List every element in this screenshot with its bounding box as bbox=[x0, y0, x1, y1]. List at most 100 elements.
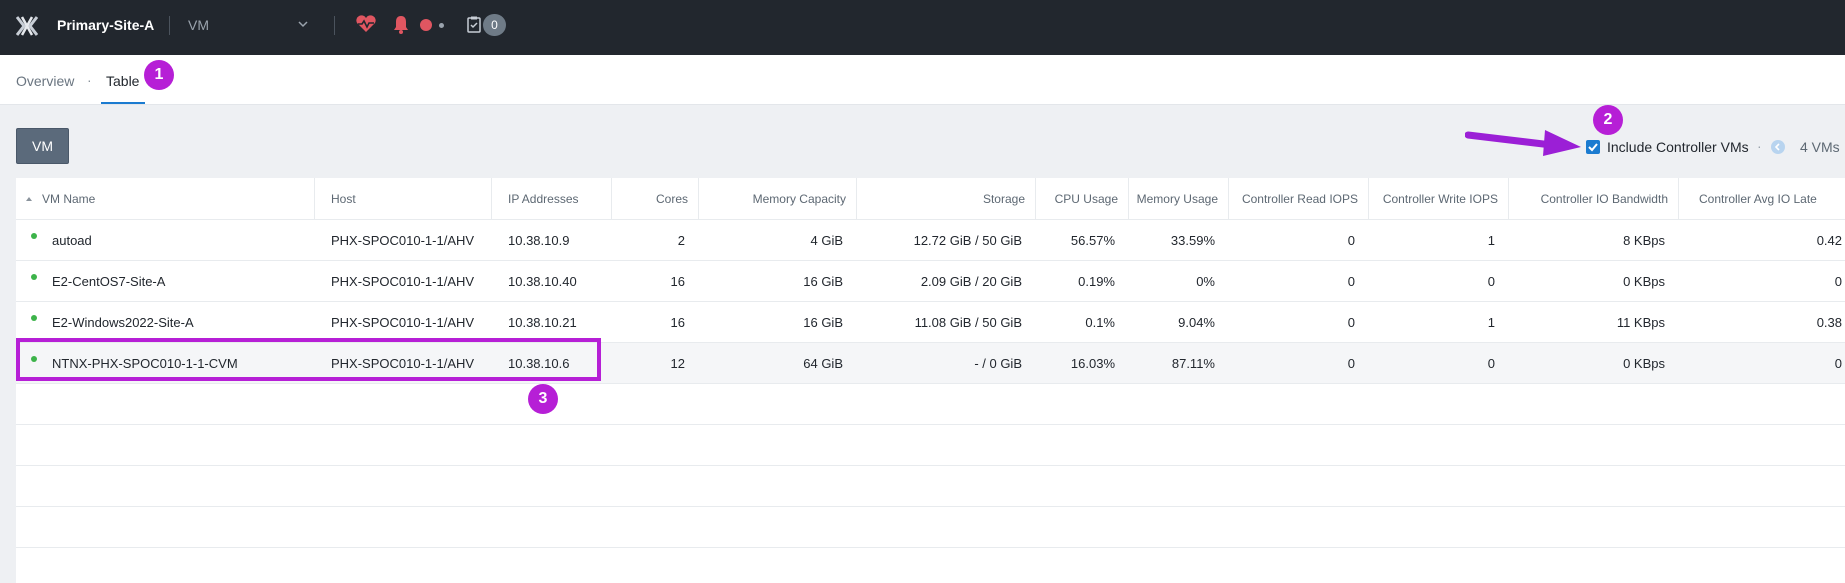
read-iops-cell: 0 bbox=[1347, 232, 1355, 248]
host-cell[interactable]: PHX-SPOC010-1-1/AHV bbox=[331, 220, 492, 260]
ip-cell: 10.38.10.21 bbox=[508, 314, 577, 330]
column-header-controller-avg-io-latency[interactable]: Controller Avg IO Late bbox=[1679, 178, 1845, 219]
entity-type-select[interactable]: VM bbox=[188, 17, 209, 33]
memory-usage-cell: 87.11% bbox=[1171, 355, 1215, 371]
critical-alert-dot[interactable] bbox=[420, 19, 432, 31]
nutanix-logo-icon[interactable] bbox=[16, 16, 38, 36]
task-count-badge[interactable]: 0 bbox=[483, 14, 506, 36]
tab-overview[interactable]: Overview bbox=[16, 73, 74, 89]
warning-dot bbox=[439, 23, 444, 28]
column-header-cores[interactable]: Cores bbox=[612, 178, 699, 219]
latency-cell: 0.38 bbox=[1816, 314, 1842, 330]
status-running-dot bbox=[31, 315, 37, 321]
vm-name-cell[interactable]: E2-Windows2022-Site-A bbox=[52, 302, 315, 342]
column-header-ip-addresses[interactable]: IP Addresses bbox=[492, 178, 612, 219]
tab-separator: · bbox=[87, 72, 92, 88]
cores-cell: 16 bbox=[670, 273, 685, 289]
table-row[interactable]: E2-Windows2022-Site-A PHX-SPOC010-1-1/AH… bbox=[16, 302, 1845, 343]
chevron-down-icon[interactable] bbox=[298, 20, 308, 28]
empty-table-row bbox=[16, 384, 1845, 425]
tab-table[interactable]: Table bbox=[106, 73, 139, 89]
vm-actions-button[interactable]: VM bbox=[16, 128, 69, 164]
memory-cell: 16 GiB bbox=[803, 314, 843, 330]
write-iops-cell: 1 bbox=[1487, 314, 1495, 330]
ip-cell: 10.38.10.40 bbox=[508, 273, 577, 289]
memory-cell: 4 GiB bbox=[810, 232, 843, 248]
column-header-vm-name[interactable]: VM Name bbox=[16, 178, 315, 219]
storage-cell: 2.09 GiB / 20 GiB bbox=[920, 273, 1022, 289]
include-controller-vms-label[interactable]: Include Controller VMs bbox=[1607, 139, 1749, 155]
host-cell[interactable]: PHX-SPOC010-1-1/AHV bbox=[331, 343, 492, 383]
cpu-usage-cell: 56.57% bbox=[1070, 232, 1115, 248]
empty-table-row bbox=[16, 466, 1845, 507]
column-header-memory-usage[interactable]: Memory Usage bbox=[1129, 178, 1229, 219]
cores-cell: 12 bbox=[670, 355, 685, 371]
table-row[interactable]: NTNX-PHX-SPOC010-1-1-CVM PHX-SPOC010-1-1… bbox=[16, 343, 1845, 384]
toolbar-separator: · bbox=[1757, 138, 1762, 154]
column-header-cpu-usage[interactable]: CPU Usage bbox=[1036, 178, 1129, 219]
health-heart-icon[interactable] bbox=[355, 15, 377, 33]
bandwidth-cell: 11 KBps bbox=[1616, 314, 1665, 330]
latency-cell: 0 bbox=[1834, 273, 1842, 289]
column-header-controller-write-iops[interactable]: Controller Write IOPS bbox=[1369, 178, 1509, 219]
column-header-host[interactable]: Host bbox=[315, 178, 492, 219]
column-header-controller-io-bandwidth[interactable]: Controller IO Bandwidth bbox=[1509, 178, 1679, 219]
column-header-controller-read-iops[interactable]: Controller Read IOPS bbox=[1229, 178, 1369, 219]
storage-cell: - / 0 GiB bbox=[974, 355, 1022, 371]
column-header-storage[interactable]: Storage bbox=[857, 178, 1036, 219]
annotation-callout-3: 3 bbox=[528, 384, 558, 414]
host-cell[interactable]: PHX-SPOC010-1-1/AHV bbox=[331, 302, 492, 342]
divider bbox=[169, 16, 170, 35]
info-icon[interactable] bbox=[1771, 140, 1785, 154]
bandwidth-cell: 8 KBps bbox=[1623, 232, 1665, 248]
status-running-dot bbox=[31, 356, 37, 362]
cpu-usage-cell: 0.19% bbox=[1078, 273, 1115, 289]
read-iops-cell: 0 bbox=[1347, 273, 1355, 289]
annotation-callout-2: 2 bbox=[1593, 105, 1623, 135]
vm-name-cell[interactable]: E2-CentOS7-Site-A bbox=[52, 261, 315, 301]
memory-usage-cell: 33.59% bbox=[1170, 232, 1215, 248]
active-tab-indicator bbox=[101, 102, 145, 104]
storage-cell: 11.08 GiB / 50 GiB bbox=[914, 314, 1022, 330]
ip-cell: 10.38.10.6 bbox=[508, 355, 570, 371]
memory-usage-cell: 9.04% bbox=[1178, 314, 1215, 330]
cluster-name[interactable]: Primary-Site-A bbox=[57, 17, 154, 33]
include-controller-vms-checkbox[interactable] bbox=[1586, 140, 1600, 154]
status-running-dot bbox=[31, 274, 37, 280]
memory-usage-cell: 0% bbox=[1196, 273, 1215, 289]
storage-cell: 12.72 GiB / 50 GiB bbox=[913, 232, 1022, 248]
chevron-left-icon bbox=[1774, 143, 1780, 151]
annotation-callout-1: 1 bbox=[144, 60, 174, 90]
table-header-row: VM Name Host IP Addresses Cores Memory C… bbox=[16, 178, 1845, 220]
bandwidth-cell: 0 KBps bbox=[1623, 355, 1665, 371]
write-iops-cell: 0 bbox=[1487, 273, 1495, 289]
memory-cell: 64 GiB bbox=[803, 355, 843, 371]
read-iops-cell: 0 bbox=[1347, 355, 1355, 371]
cores-cell: 2 bbox=[677, 232, 685, 248]
annotation-arrow-icon bbox=[1465, 130, 1581, 156]
write-iops-cell: 1 bbox=[1487, 232, 1495, 248]
cores-cell: 16 bbox=[670, 314, 685, 330]
status-running-dot bbox=[31, 233, 37, 239]
checkmark-icon bbox=[1588, 143, 1598, 152]
write-iops-cell: 0 bbox=[1487, 355, 1495, 371]
table-row[interactable]: E2-CentOS7-Site-A PHX-SPOC010-1-1/AHV 10… bbox=[16, 261, 1845, 302]
cpu-usage-cell: 0.1% bbox=[1085, 314, 1115, 330]
latency-cell: 0 bbox=[1834, 355, 1842, 371]
cpu-usage-cell: 16.03% bbox=[1070, 355, 1115, 371]
alerts-bell-icon[interactable] bbox=[393, 15, 409, 34]
divider bbox=[334, 16, 335, 35]
bandwidth-cell: 0 KBps bbox=[1623, 273, 1665, 289]
latency-cell: 0.42 bbox=[1816, 232, 1842, 248]
vm-name-cell[interactable]: NTNX-PHX-SPOC010-1-1-CVM bbox=[52, 343, 315, 383]
ip-cell: 10.38.10.9 bbox=[508, 232, 570, 248]
view-tabs: Overview · Table bbox=[0, 55, 1845, 105]
vm-table: VM Name Host IP Addresses Cores Memory C… bbox=[16, 178, 1845, 583]
top-navigation-bar: Primary-Site-A VM 0 bbox=[0, 0, 1845, 55]
table-row[interactable]: autoad PHX-SPOC010-1-1/AHV 10.38.10.9 2 … bbox=[16, 220, 1845, 261]
empty-table-row bbox=[16, 507, 1845, 548]
tasks-clipboard-icon[interactable] bbox=[467, 16, 481, 33]
column-header-memory-capacity[interactable]: Memory Capacity bbox=[699, 178, 857, 219]
vm-name-cell[interactable]: autoad bbox=[52, 220, 315, 260]
host-cell[interactable]: PHX-SPOC010-1-1/AHV bbox=[331, 261, 492, 301]
